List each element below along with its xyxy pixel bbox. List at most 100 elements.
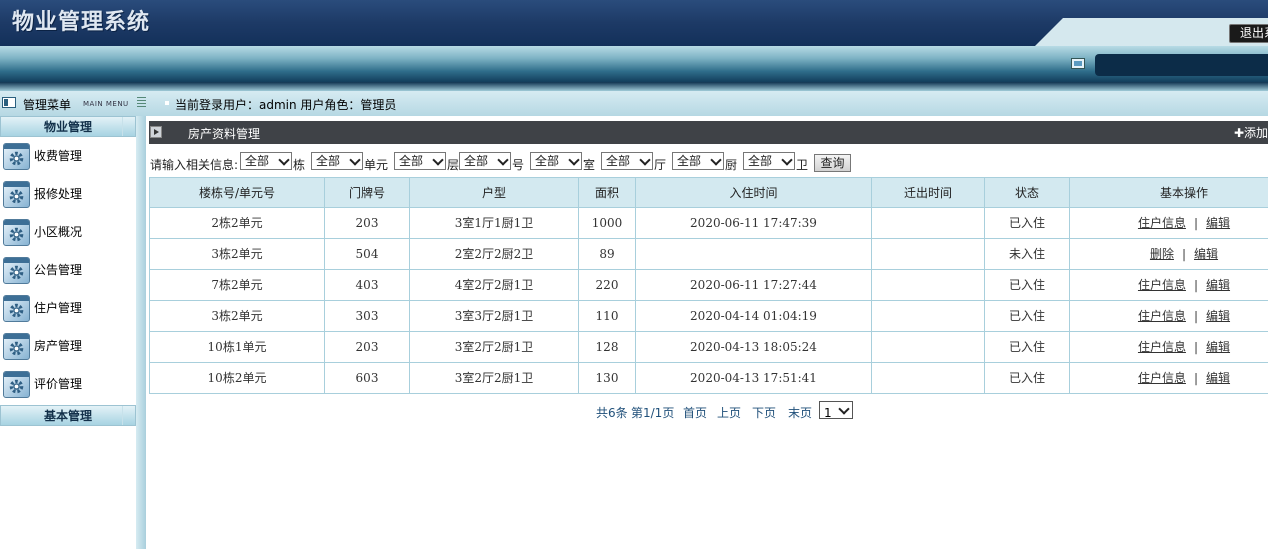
monitor-icon[interactable] <box>1071 58 1085 69</box>
sidebar-item-residents[interactable]: 住户管理 <box>0 292 136 324</box>
cell-checkout <box>872 363 985 393</box>
collapse-icon[interactable] <box>137 97 146 107</box>
room-select[interactable]: 全部 <box>530 152 582 170</box>
app-title: 物业管理系统 <box>12 9 151 35</box>
room-suffix: 室 <box>583 158 596 172</box>
cell-status: 已入住 <box>985 208 1070 238</box>
edit-link[interactable]: 编辑 <box>1206 340 1230 354</box>
menu-title-en: MAIN MENU <box>83 100 129 108</box>
total-count: 共6条 <box>596 406 628 420</box>
table-row: 10栋1单元 203 3室2厅2厨1卫 128 2020-04-13 18:05… <box>149 332 1268 363</box>
app-header: 物业管理系统 退出系统 <box>0 0 1268 46</box>
page-info: 第1/1页 <box>631 406 675 420</box>
logout-button[interactable]: 退出系统 <box>1229 24 1268 43</box>
cell-area: 128 <box>579 332 636 362</box>
cell-actions: 住户信息 | 编辑 <box>1070 208 1268 238</box>
sidebar-item-label: 评价管理 <box>34 377 83 391</box>
prev-page-link[interactable]: 上页 <box>717 404 741 421</box>
resident-info-link[interactable]: 住户信息 <box>1138 340 1186 354</box>
edit-link[interactable]: 编辑 <box>1194 247 1218 261</box>
sidebar-item-repairs[interactable]: 报修处理 <box>0 178 136 210</box>
sidebar-item-label: 房产管理 <box>34 339 83 353</box>
edit-link[interactable]: 编辑 <box>1206 216 1230 230</box>
floor-select[interactable]: 全部 <box>394 152 446 170</box>
unit-select[interactable]: 全部 <box>311 152 363 170</box>
page-select[interactable]: 1 <box>819 401 853 420</box>
resident-info-link[interactable]: 住户信息 <box>1138 371 1186 385</box>
building-suffix: 栋 <box>293 158 306 172</box>
number-select[interactable]: 全部 <box>459 152 511 170</box>
cell-building: 10栋1单元 <box>149 332 325 362</box>
separator: | <box>1193 278 1199 292</box>
table-row: 3栋2单元 303 3室3厅2厨1卫 110 2020-04-14 01:04:… <box>149 301 1268 332</box>
menu-title: 管理菜单 <box>23 98 72 112</box>
cell-area: 89 <box>579 239 636 269</box>
sidebar-divider <box>136 116 146 549</box>
edit-link[interactable]: 编辑 <box>1206 371 1230 385</box>
gear-icon <box>3 371 30 398</box>
sidebar-item-properties[interactable]: 房产管理 <box>0 330 136 362</box>
separator: | <box>1181 247 1187 261</box>
resident-info-link[interactable]: 住户信息 <box>1138 309 1186 323</box>
cell-layout: 2室2厅2厨2卫 <box>410 239 579 269</box>
cell-building: 10栋2单元 <box>149 363 325 393</box>
edit-link[interactable]: 编辑 <box>1206 278 1230 292</box>
cell-checkout <box>872 270 985 300</box>
chevron-down-icon <box>838 403 850 415</box>
first-page-link[interactable]: 首页 <box>683 404 707 421</box>
cell-building: 3栋2单元 <box>149 239 325 269</box>
cell-door: 504 <box>325 239 410 269</box>
toolbar-divider <box>0 82 1268 91</box>
cell-checkin: 2020-04-13 17:51:41 <box>636 363 872 393</box>
bathroom-select[interactable]: 全部 <box>743 152 795 170</box>
cell-actions: 住户信息 | 编辑 <box>1070 301 1268 331</box>
cell-checkin: 2020-04-14 01:04:19 <box>636 301 872 331</box>
building-select[interactable]: 全部 <box>240 152 292 170</box>
cell-door: 203 <box>325 332 410 362</box>
filter-prompt: 请输入相关信息: <box>150 158 239 172</box>
sidebar-group-property[interactable]: 物业管理 <box>0 116 136 137</box>
bullet-icon <box>165 101 169 105</box>
cell-area: 220 <box>579 270 636 300</box>
last-page-link[interactable]: 末页 <box>788 404 812 421</box>
next-page-link[interactable]: 下页 <box>752 404 776 421</box>
sidebar-group-basic[interactable]: 基本管理 <box>0 405 136 426</box>
delete-link[interactable]: 删除 <box>1150 247 1174 261</box>
cell-status: 未入住 <box>985 239 1070 269</box>
gear-icon <box>3 257 30 284</box>
sidebar: 物业管理 收费管理 报修处理 小区概况 公告管理 住户管理 房产管理 评价管理 … <box>0 116 136 549</box>
resident-info-link[interactable]: 住户信息 <box>1138 278 1186 292</box>
cell-door: 203 <box>325 208 410 238</box>
column-header: 状态 <box>985 178 1070 207</box>
sidebar-item-label: 公告管理 <box>34 263 83 277</box>
cell-checkout <box>872 301 985 331</box>
cell-checkin: 2020-04-13 18:05:24 <box>636 332 872 362</box>
chevron-down-icon <box>781 154 793 166</box>
cell-actions: 删除 | 编辑 <box>1070 239 1268 269</box>
sidebar-item-fees[interactable]: 收费管理 <box>0 140 136 172</box>
hall-select[interactable]: 全部 <box>601 152 653 170</box>
unit-suffix: 单元 <box>364 158 389 172</box>
sidebar-item-notices[interactable]: 公告管理 <box>0 254 136 286</box>
sidebar-item-reviews[interactable]: 评价管理 <box>0 368 136 400</box>
cell-layout: 3室3厅2厨1卫 <box>410 301 579 331</box>
add-button[interactable]: ✚添加 <box>1234 124 1268 141</box>
cell-checkout <box>872 208 985 238</box>
cell-building: 7栋2单元 <box>149 270 325 300</box>
resident-info-link[interactable]: 住户信息 <box>1138 216 1186 230</box>
hall-suffix: 厅 <box>654 158 667 172</box>
cell-actions: 住户信息 | 编辑 <box>1070 363 1268 393</box>
filter-bar: 请输入相关信息: 全部 栋 全部 单元 全部 层 全部 号 全部 室 全部 厅 … <box>149 150 1268 174</box>
column-header: 入住时间 <box>636 178 872 207</box>
kitchen-select[interactable]: 全部 <box>672 152 724 170</box>
number-suffix: 号 <box>512 158 525 172</box>
query-button[interactable]: 查询 <box>814 154 851 172</box>
play-icon <box>150 126 162 138</box>
table-header-row: 楼栋号/单元号 门牌号 户型 面积 入住时间 迁出时间 状态 基本操作 <box>149 177 1268 208</box>
chevron-down-icon <box>349 154 361 166</box>
panel-title: 房产资料管理 <box>188 127 261 141</box>
separator: | <box>1193 340 1199 354</box>
edit-link[interactable]: 编辑 <box>1206 309 1230 323</box>
sidebar-item-overview[interactable]: 小区概况 <box>0 216 136 248</box>
cell-status: 已入住 <box>985 332 1070 362</box>
